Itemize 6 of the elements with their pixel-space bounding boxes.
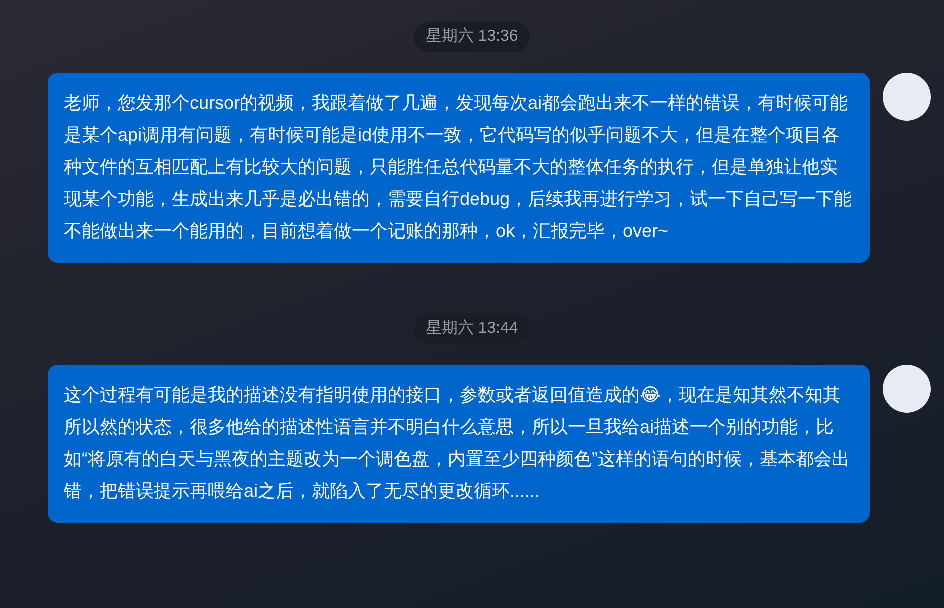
message-bubble: 这个过程有可能是我的描述没有指明使用的接口，参数或者返回值造成的😂，现在是知其然不知其所以然的状态，很多他给的描述性语言并不明白什么意思，所以一旦我给ai描述一个别的功能，比如“将原有的白天与黑夜的主题改为一个调色盘，内置至少四种颜色”这样的语句的时候，基本都会出错，把错误提示再喂给ai之后，就陷入了无尽的更改循环...... — [48, 365, 870, 523]
avatar — [883, 365, 931, 413]
timestamp: 星期六 13:44 — [414, 314, 530, 344]
avatar — [883, 73, 931, 121]
timestamp: 星期六 13:36 — [414, 22, 530, 52]
message-bubble: 老师，您发那个cursor的视频，我跟着做了几遍，发现每次ai都会跑出来不一样的错误，有时候可能是某个api调用有问题，有时候可能是id使用不一致，它代码写的似乎问题不大，但是在整个项目各种文件的互相匹配上有比较大的问题，只能胜任总代码量不大的整体任务的执行，但是单独让他实现某个功能，生成出来几乎是必出错的，需要自行debug，后续我再进行学习，试一下自己写一下能不能做出来一个能用的，目前想着做一个记账的那种，ok，汇报完毕，over~ — [48, 73, 870, 263]
